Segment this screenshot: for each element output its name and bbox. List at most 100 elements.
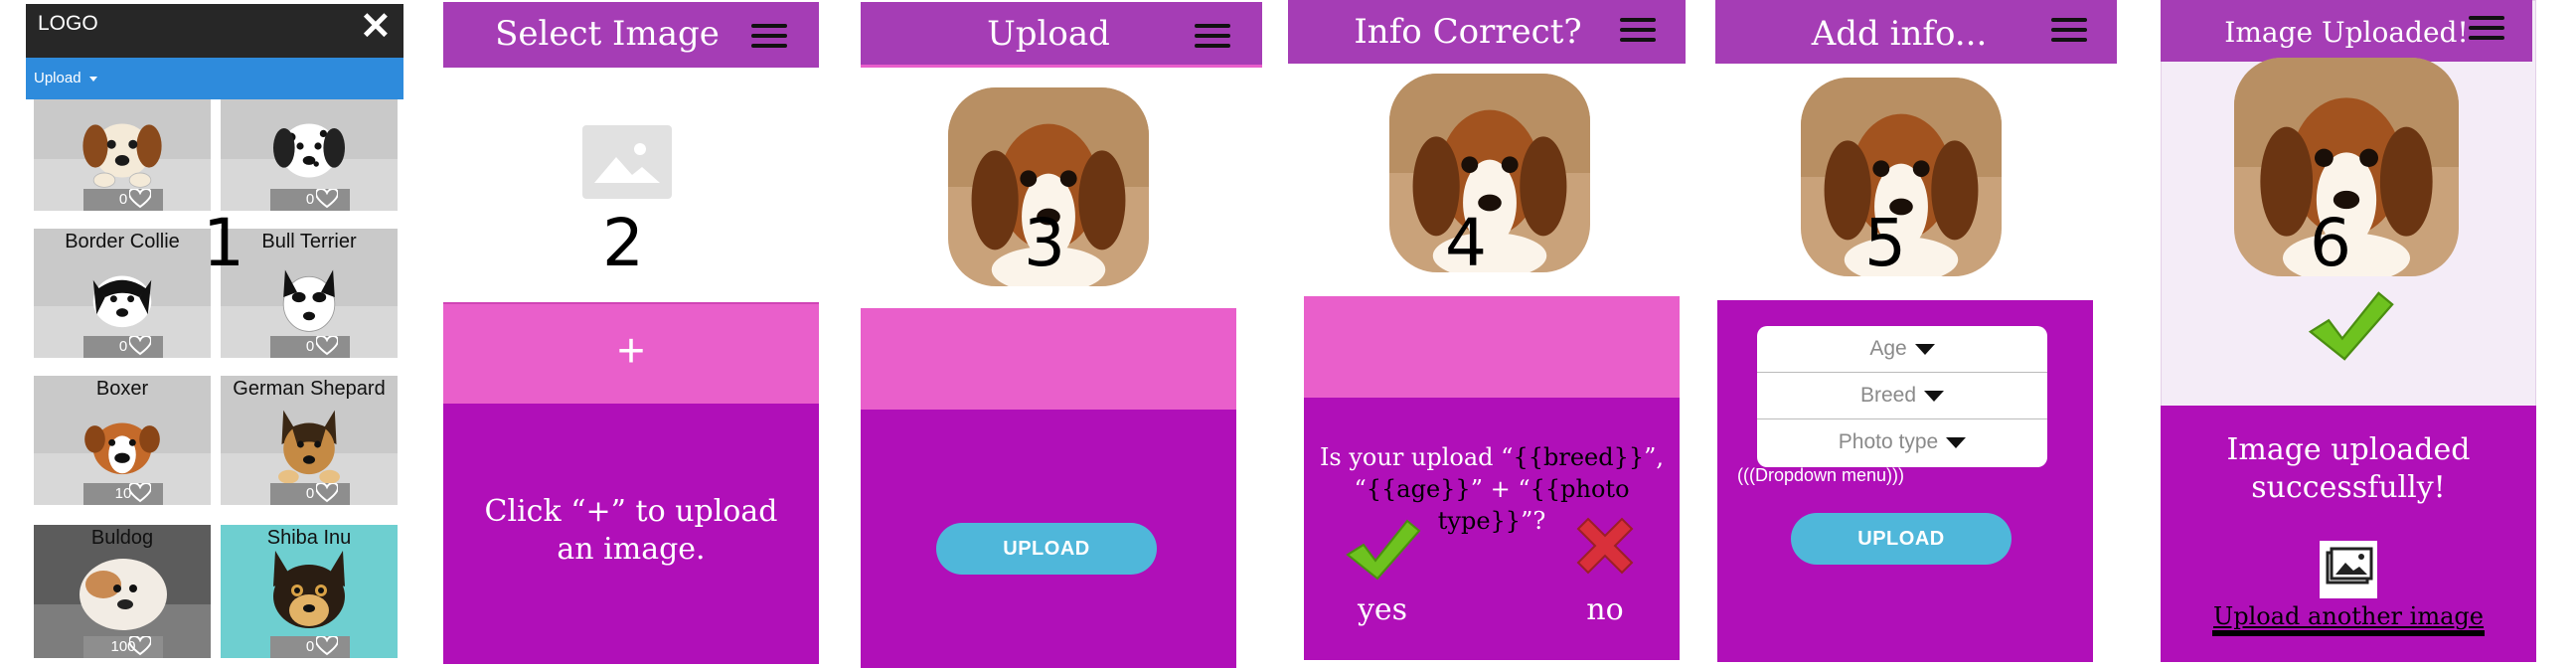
- dog-card[interactable]: Buldog 100: [34, 525, 211, 658]
- dog-name: German Shepard: [233, 378, 386, 400]
- page-title: Select Image: [495, 14, 720, 54]
- success-check-icon: [2309, 291, 2394, 361]
- dropdown-note: (((Dropdown menu))): [1737, 465, 1905, 485]
- step-number: 5: [1864, 205, 1906, 281]
- age-select[interactable]: Age: [1757, 326, 2047, 373]
- panel-3-header: Upload: [861, 2, 1262, 68]
- dog-card[interactable]: Shiba Inu 0: [221, 525, 398, 658]
- add-image-button[interactable]: +: [443, 302, 819, 406]
- page-title: Upload: [987, 14, 1110, 54]
- heart-icon[interactable]: [316, 336, 338, 356]
- panel-3-body: UPLOAD: [861, 410, 1236, 668]
- menu-icon[interactable]: [2051, 18, 2087, 42]
- like-count: 0: [83, 336, 163, 358]
- panel-6-header: Image Uploaded!: [2161, 0, 2532, 62]
- dog-card[interactable]: Bull Terrier 0: [221, 229, 398, 358]
- menu-icon[interactable]: [1195, 24, 1230, 48]
- dog-illustration: [84, 422, 160, 475]
- breed-option: Breed: [1859, 384, 1917, 407]
- panel-3-image-area: [861, 308, 1236, 412]
- logo-bar: LOGO ✕: [26, 4, 403, 58]
- instruction-text: Click “+” to upload an image.: [484, 494, 778, 567]
- caret-down-icon: [1914, 343, 1935, 355]
- dog-photo: [1389, 74, 1590, 272]
- like-count: 0: [270, 336, 350, 358]
- step-number: 1: [203, 205, 244, 281]
- menu-icon[interactable]: [1620, 18, 1656, 42]
- heart-icon[interactable]: [129, 483, 151, 503]
- age-option: Age: [1869, 337, 1907, 360]
- breed-select[interactable]: Breed: [1757, 373, 2047, 419]
- close-icon[interactable]: ✕: [360, 4, 392, 49]
- caret-down-icon: [1924, 390, 1945, 402]
- question-text: Is your upload “: [1319, 443, 1514, 471]
- no-label[interactable]: no: [1560, 592, 1650, 627]
- panel-4-image-area: [1304, 296, 1680, 400]
- like-count: 10: [83, 483, 163, 505]
- heart-icon[interactable]: [316, 483, 338, 503]
- caret-down-icon: [1946, 436, 1967, 448]
- like-count: 100: [83, 636, 163, 658]
- question-text: ” + “: [1470, 475, 1530, 503]
- panel-2-header: Select Image: [443, 2, 819, 68]
- dog-illustration: [278, 410, 340, 484]
- dog-illustration: [92, 275, 152, 328]
- image-placeholder-icon: [582, 125, 672, 199]
- like-count: 0: [270, 636, 350, 658]
- dog-card[interactable]: 0: [34, 99, 211, 211]
- heart-icon[interactable]: [316, 636, 338, 656]
- menu-icon[interactable]: [751, 24, 787, 48]
- panel-4-body: Is your upload “{{breed}}”, “{{age}}” + …: [1304, 398, 1680, 660]
- dog-illustration: [81, 123, 163, 188]
- like-count: 0: [270, 189, 350, 211]
- info-dropdown: Age Breed Photo type: [1757, 326, 2047, 467]
- dog-name: Boxer: [95, 378, 149, 400]
- dog-illustration: [282, 269, 336, 332]
- yes-check-icon[interactable]: [1344, 515, 1423, 584]
- dog-name: Shiba Inu: [266, 527, 352, 549]
- question-text: ”?: [1521, 507, 1546, 535]
- page-title: Add info...: [1811, 14, 1988, 54]
- dog-card[interactable]: German Shepard 0: [221, 376, 398, 505]
- heart-icon[interactable]: [129, 189, 151, 209]
- step-number: 4: [1445, 205, 1487, 281]
- panel-5-header: Add info...: [1715, 0, 2117, 64]
- age-token: {{age}}: [1366, 475, 1471, 503]
- image-icon[interactable]: [2320, 541, 2377, 598]
- step-number: 6: [2310, 205, 2351, 281]
- photo-type-option: Photo type: [1838, 430, 1939, 453]
- success-message: Image uploaded successfully!: [2226, 432, 2471, 505]
- dog-illustration: [273, 551, 345, 628]
- nav-bar: Upload: [26, 58, 403, 99]
- plus-icon: +: [616, 325, 646, 378]
- upload-another-link[interactable]: Upload another image: [2212, 602, 2485, 636]
- dog-illustration: [273, 123, 345, 178]
- nav-upload-menu[interactable]: Upload: [34, 70, 97, 86]
- heart-icon[interactable]: [129, 336, 151, 356]
- step-number: 3: [1024, 205, 1065, 281]
- dog-name: Bull Terrier: [261, 231, 357, 252]
- question-text: ”,: [1644, 443, 1665, 471]
- panel-4-header: Info Correct?: [1288, 0, 1686, 64]
- heart-icon[interactable]: [316, 189, 338, 209]
- step-number: 2: [602, 205, 644, 281]
- heart-icon[interactable]: [129, 636, 151, 656]
- nav-upload-label: Upload: [34, 70, 81, 86]
- breed-token: {{breed}}: [1513, 443, 1645, 471]
- question-text: “: [1354, 475, 1367, 503]
- upload-button[interactable]: UPLOAD: [1791, 513, 2012, 565]
- dog-card[interactable]: 0: [221, 99, 398, 211]
- menu-icon[interactable]: [2469, 16, 2504, 40]
- upload-button[interactable]: UPLOAD: [936, 523, 1157, 575]
- page-title: Info Correct?: [1354, 12, 1582, 52]
- dog-name: Border Collie: [65, 231, 180, 252]
- caret-down-icon: [88, 76, 97, 82]
- yes-label[interactable]: yes: [1338, 592, 1427, 627]
- logo: LOGO: [38, 12, 98, 35]
- panel-2-body: Click “+” to upload an image.: [443, 404, 819, 664]
- dog-card[interactable]: Boxer 10: [34, 376, 211, 505]
- like-count: 0: [83, 189, 163, 211]
- dog-card[interactable]: Border Collie 0: [34, 229, 211, 358]
- photo-type-select[interactable]: Photo type: [1757, 419, 2047, 465]
- no-cross-icon[interactable]: [1570, 511, 1640, 581]
